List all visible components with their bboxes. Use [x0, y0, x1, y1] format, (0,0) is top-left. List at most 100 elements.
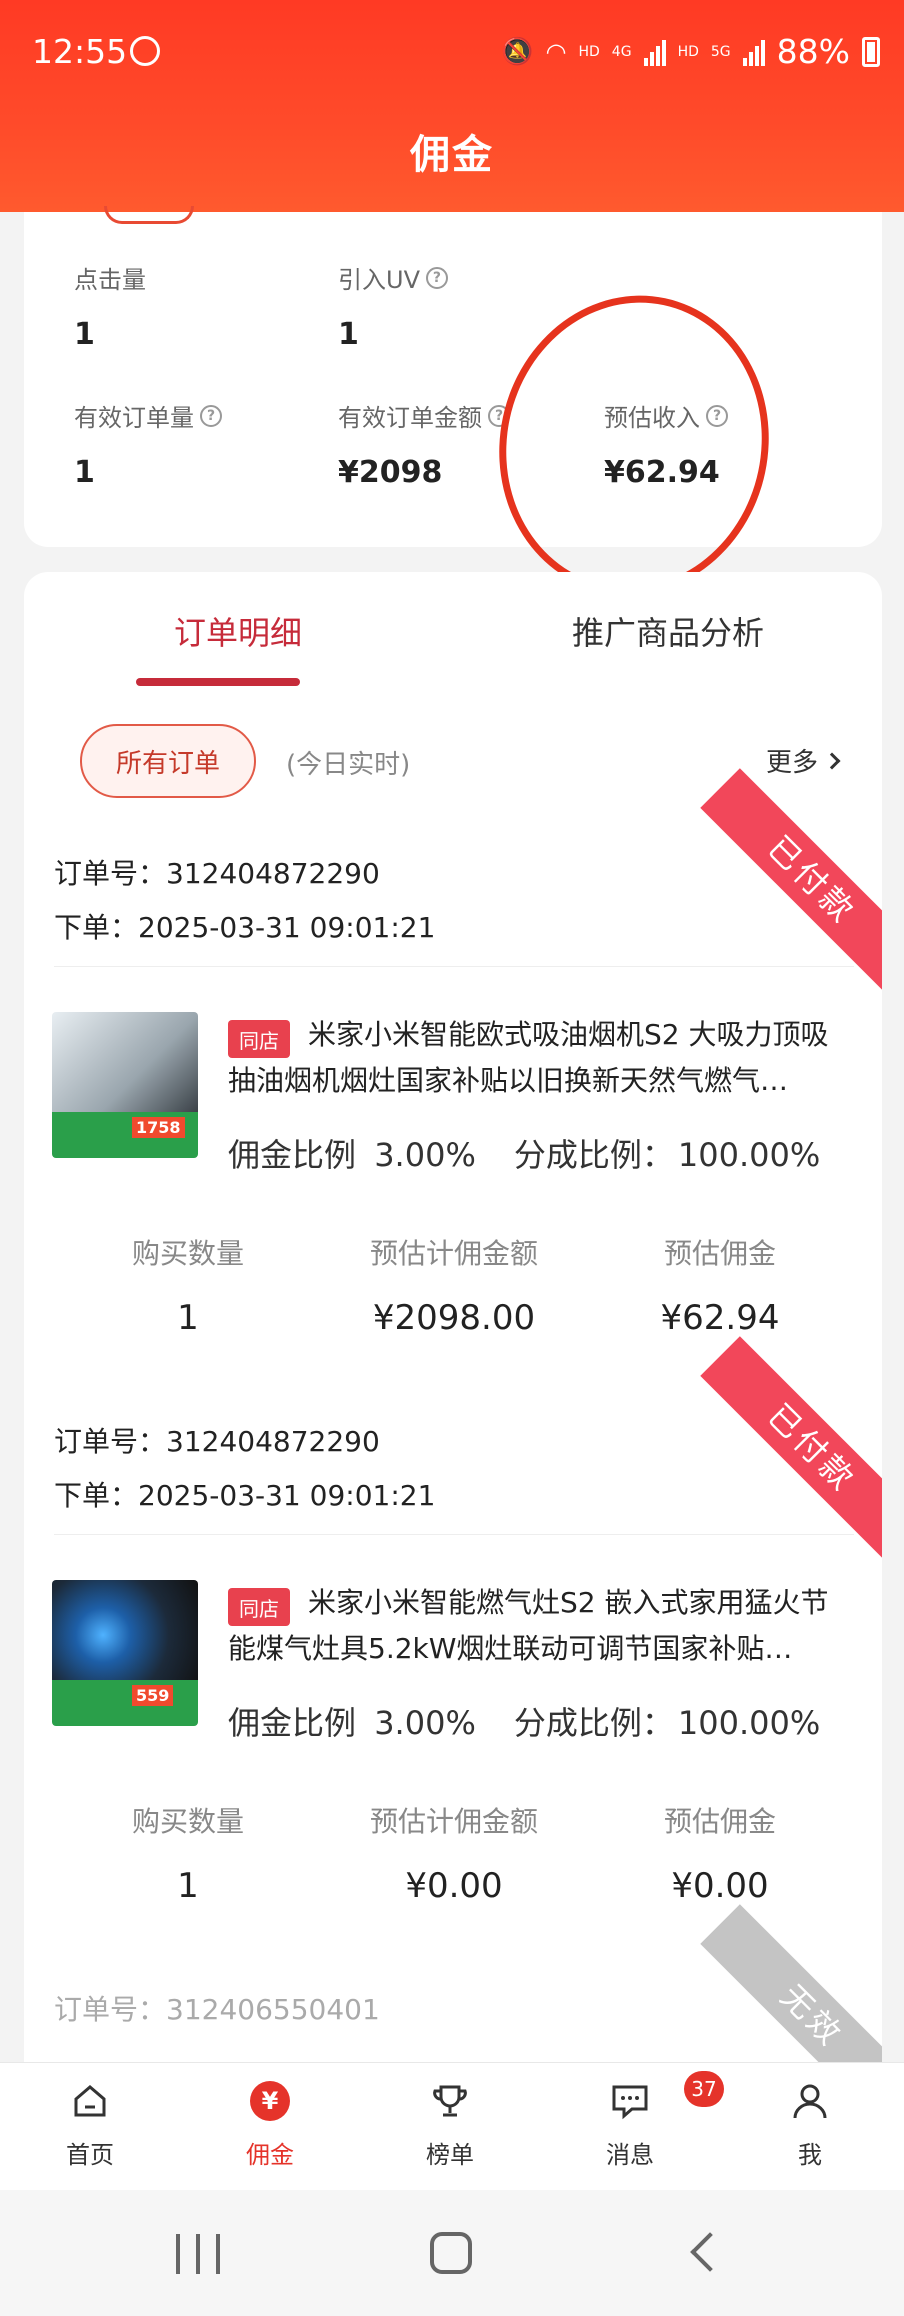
- stat-valid-orders: 有效订单量? 1: [74, 398, 222, 490]
- metric-est-commission: 预估佣金 ¥0.00: [590, 1800, 850, 1906]
- yen-icon: ¥: [250, 2081, 290, 2121]
- collapsed-tag-edge: [104, 206, 194, 224]
- metric-qty-value: 1: [177, 1866, 199, 1906]
- order-no: 312406550401: [166, 1993, 380, 2026]
- more-button[interactable]: 更多: [765, 742, 841, 779]
- nav-messages-label: 消息: [606, 2141, 654, 2169]
- status-icons: 🔕 ◠ HD 4G HD 5G 88%: [501, 32, 880, 71]
- commission-rate: 3.00%: [374, 1136, 476, 1174]
- tab-product-analysis[interactable]: 推广商品分析: [572, 608, 764, 654]
- network-label-2: 4G: [611, 43, 632, 60]
- nav-ranking-label: 榜单: [426, 2141, 474, 2169]
- yen-glyph: ¥: [250, 2081, 290, 2121]
- nav-messages[interactable]: 37 消息: [570, 2071, 724, 2170]
- metric-est-base-value: ¥0.00: [405, 1866, 503, 1906]
- recent-apps-button[interactable]: [176, 2234, 220, 2274]
- product-title[interactable]: 米家小米智能燃气灶S2 嵌入式家用猛火节能煤气灶具5.2kW烟灶联动可调节国家补…: [228, 1580, 854, 1672]
- network-label-3: HD: [677, 43, 699, 60]
- metric-est-commission: 预估佣金 ¥62.94: [590, 1232, 850, 1338]
- product-title[interactable]: 米家小米智能欧式吸油烟机S2 大吸力顶吸抽油烟机烟灶国家补贴以旧换新天然气燃气…: [228, 1012, 854, 1104]
- nav-me-label: 我: [798, 2141, 822, 2169]
- divider: [54, 966, 854, 967]
- nav-commission-label: 佣金: [246, 2141, 294, 2169]
- signal-icon: [643, 38, 666, 66]
- status-bar: 12:55 🔕 ◠ HD 4G HD 5G 88%: [0, 28, 904, 78]
- metric-qty-value: 1: [177, 1298, 199, 1338]
- message-icon: 37: [610, 2071, 724, 2121]
- network-label-1: HD: [578, 43, 600, 60]
- metric-qty: 购买数量 1: [58, 1800, 318, 1906]
- stat-valid-amount-label: 有效订单金额: [338, 404, 482, 432]
- metric-est-base: 预估计佣金额 ¥0.00: [324, 1800, 584, 1906]
- thumb-price: 1758: [132, 1117, 185, 1138]
- stat-clicks-value: 1: [74, 317, 95, 352]
- stat-valid-orders-label: 有效订单量: [74, 404, 194, 432]
- order-item[interactable]: 无效 订单号：312406550401: [24, 1904, 882, 2062]
- stat-clicks-label: 点击量: [74, 266, 146, 294]
- trophy-icon: [430, 2081, 470, 2121]
- battery-percent: 88%: [776, 32, 850, 71]
- metric-est-base-label: 预估计佣金额: [369, 1805, 538, 1838]
- nav-me[interactable]: 我: [750, 2081, 870, 2170]
- network-label-4: 5G: [710, 43, 731, 60]
- metric-est-commission-label: 预估佣金: [663, 1237, 776, 1270]
- tab-order-details[interactable]: 订单明细: [174, 608, 302, 654]
- nav-ranking[interactable]: 榜单: [390, 2081, 510, 2170]
- product-thumbnail[interactable]: 559: [52, 1580, 198, 1726]
- status-ribbon: 已付款: [700, 768, 882, 992]
- rates-row: 佣金比例 3.00% 分成比例： 100.00%: [228, 1130, 820, 1176]
- help-icon[interactable]: ?: [200, 404, 222, 427]
- rates-row: 佣金比例 3.00% 分成比例： 100.00%: [228, 1698, 820, 1744]
- order-no-label: 订单号：: [54, 1993, 167, 2026]
- metric-est-commission-value: ¥0.00: [671, 1866, 769, 1906]
- product-thumbnail[interactable]: 1758: [52, 1012, 198, 1158]
- share-rate: 100.00%: [677, 1136, 821, 1174]
- person-icon: [790, 2081, 830, 2121]
- nav-commission[interactable]: ¥ 佣金: [210, 2081, 330, 2170]
- stat-uv: 引入UV? 1: [338, 260, 448, 352]
- app-header: 12:55 🔕 ◠ HD 4G HD 5G 88% 佣金: [0, 0, 904, 212]
- help-icon[interactable]: ?: [425, 266, 448, 289]
- signal-icon-2: [742, 38, 765, 66]
- more-label: 更多: [765, 748, 818, 778]
- back-button[interactable]: [690, 2232, 730, 2272]
- metric-qty-label: 购买数量: [131, 1237, 244, 1270]
- battery-icon: [862, 36, 880, 67]
- tab-active-indicator: [136, 678, 300, 686]
- home-icon: [70, 2081, 110, 2121]
- alarm-icon: [130, 36, 160, 66]
- order-no-label: 订单号：: [54, 857, 167, 890]
- stat-uv-label: 引入UV: [338, 266, 420, 294]
- mute-icon: 🔕: [501, 36, 534, 67]
- nav-home-label: 首页: [66, 2141, 114, 2169]
- stat-clicks: 点击量 1: [74, 260, 146, 352]
- order-no: 312404872290: [166, 857, 380, 890]
- metric-est-commission-value: ¥62.94: [660, 1298, 780, 1338]
- divider: [54, 1534, 854, 1535]
- stat-valid-orders-value: 1: [74, 455, 95, 490]
- metric-est-base-value: ¥2098.00: [372, 1298, 536, 1338]
- page-title: 佣金: [410, 132, 494, 178]
- home-button[interactable]: [430, 2232, 472, 2274]
- share-rate-label: 分成比例：: [513, 1704, 674, 1742]
- chevron-right-icon: [823, 752, 841, 769]
- order-item[interactable]: 已付款 订单号：312404872290 下单：2025-03-31 09:01…: [24, 768, 882, 1372]
- thumb-price: 559: [132, 1685, 174, 1706]
- metric-est-base-label: 预估计佣金额: [369, 1237, 538, 1270]
- system-nav-bar: [0, 2190, 904, 2316]
- filter-all-orders[interactable]: 所有订单: [80, 724, 256, 798]
- commission-rate-label: 佣金比例: [228, 1704, 357, 1742]
- order-time-label: 下单：: [54, 1479, 139, 1512]
- order-time: 2025-03-31 09:01:21: [138, 1479, 436, 1512]
- stat-uv-value: 1: [338, 317, 359, 352]
- order-item[interactable]: 已付款 订单号：312404872290 下单：2025-03-31 09:01…: [24, 1336, 882, 1940]
- stat-valid-amount: 有效订单金额? ¥2098: [338, 398, 510, 490]
- metric-est-base: 预估计佣金额 ¥2098.00: [324, 1232, 584, 1338]
- stat-valid-amount-value: ¥2098: [338, 455, 443, 490]
- share-rate-label: 分成比例：: [513, 1136, 674, 1174]
- order-time: 2025-03-31 09:01:21: [138, 911, 436, 944]
- nav-home[interactable]: 首页: [30, 2081, 150, 2170]
- status-time: 12:55: [32, 32, 128, 71]
- order-no: 312404872290: [166, 1425, 380, 1458]
- metric-qty: 购买数量 1: [58, 1232, 318, 1338]
